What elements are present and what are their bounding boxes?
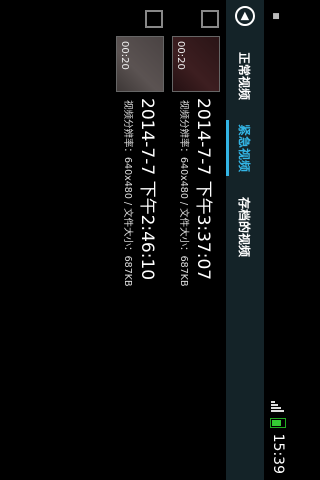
- tab-bar: ◀ 正常视频 紧急视频 存档的视频: [226, 0, 264, 480]
- back-icon[interactable]: ◀: [235, 6, 255, 26]
- video-list-item[interactable]: 00:20 2014-7-7 下午3:37:07 视频分辨率：640x480 /…: [170, 0, 226, 480]
- video-title: 2014-7-7 下午3:37:07: [193, 98, 213, 281]
- video-title: 2014-7-7 下午2:46:10: [137, 98, 157, 281]
- video-thumbnail[interactable]: 00:20: [172, 36, 220, 92]
- tab-normal-videos[interactable]: 正常视频: [226, 40, 264, 112]
- video-meta: 视频分辨率：640x480 / 文件大小：687KB: [122, 100, 133, 287]
- video-duration: 00:20: [119, 41, 130, 70]
- sd-card-icon: ▪: [270, 12, 284, 21]
- status-icons: 15:39: [270, 400, 286, 474]
- battery-icon: [270, 417, 286, 428]
- signal-icon: [271, 400, 285, 412]
- tab-emergency-videos[interactable]: 紧急视频: [226, 112, 264, 184]
- video-thumbnail[interactable]: 00:20: [116, 36, 164, 92]
- status-bar: ▪ 15:39: [264, 0, 288, 480]
- video-list-item[interactable]: 00:20 2014-7-7 下午2:46:10 视频分辨率：640x480 /…: [114, 0, 170, 480]
- rotated-screen: ▪ 15:39 ◀ 正常视频 紧急视频 存档的视频 00:20 2014-7-7…: [0, 0, 288, 480]
- video-duration: 00:20: [175, 41, 186, 70]
- clock: 15:39: [270, 433, 286, 474]
- tab-archived-videos[interactable]: 存档的视频: [226, 184, 264, 270]
- select-checkbox[interactable]: [201, 10, 219, 28]
- select-checkbox[interactable]: [145, 10, 163, 28]
- video-meta: 视频分辨率：640x480 / 文件大小：687KB: [178, 100, 189, 287]
